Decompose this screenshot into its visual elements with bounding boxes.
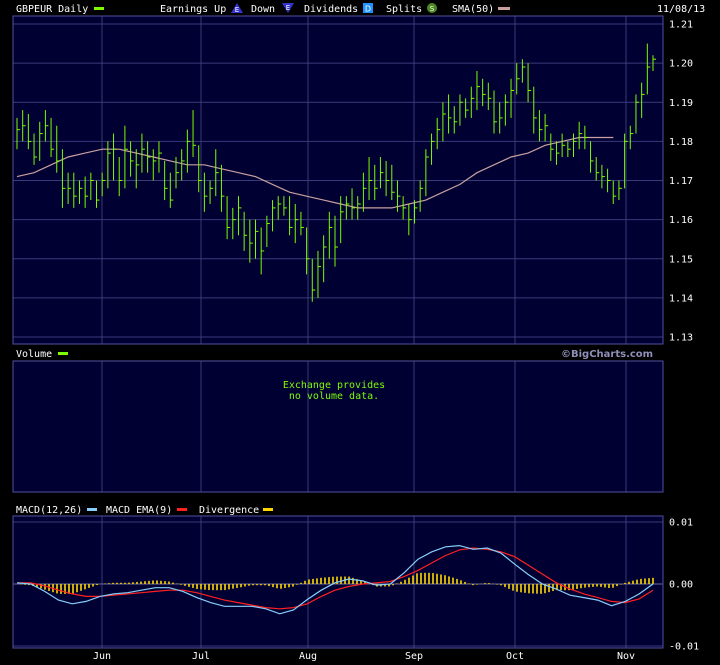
price-y-tick-label: 1.19 [669,98,693,109]
splits-label: Splits [386,4,422,15]
macd-y-tick-label: 0.01 [669,518,693,529]
ema-legend-swatch [177,508,187,511]
down-label: Down [251,4,275,15]
dividends-icon: D [363,3,373,14]
volume-legend-swatch [58,352,68,355]
macd-ema-label: MACD EMA(9) [106,505,172,516]
bigcharts-watermark: ©BigCharts.com [561,349,653,360]
sma-legend-swatch [498,7,510,10]
price-y-tick-label: 1.18 [669,137,693,148]
dividends-label: Dividends [304,4,358,15]
macd-label: MACD(12,26) [16,505,82,516]
price-legend-swatch [94,7,104,10]
divergence-label: Divergence [199,505,259,516]
x-tick-label: Oct [506,651,524,662]
x-tick-label: Jun [93,651,111,662]
price-y-ticks: 1.21 1.20 1.19 1.18 1.17 1.16 1.15 1.14 1.13 [669,20,693,344]
x-tick-label: Jul [192,651,210,662]
price-y-tick-label: 1.14 [669,293,693,304]
x-tick-label: Sep [405,651,423,662]
svg-text:S: S [430,5,435,13]
price-y-tick-label: 1.17 [669,176,693,187]
price-y-tick-label: 1.13 [669,333,693,344]
earnings-up-label: Earnings Up [160,4,226,15]
splits-icon: S [427,3,437,13]
macd-y-tick-label: -0.01 [669,642,699,653]
chart-svg: 1.21 1.20 1.19 1.18 1.17 1.16 1.15 1.14 1.13 GBP… [12,3,705,662]
chart-root: 1.21 1.20 1.19 1.18 1.17 1.16 1.15 1.14 1.13 GBP… [0,0,720,665]
price-y-tick-label: 1.21 [669,20,693,31]
price-y-tick-label: 1.16 [669,215,693,226]
macd-y-ticks: 0.01 0.00 -0.01 [669,518,699,653]
divergence-legend-swatch [263,508,273,511]
volume-label: Volume [16,349,52,360]
svg-text:D: D [365,5,371,14]
x-tick-label: Nov [617,651,635,662]
price-y-tick-label: 1.15 [669,254,693,265]
svg-text:E: E [286,4,290,12]
date-label: 11/08/13 [657,4,705,15]
macd-y-tick-label: 0.00 [669,580,693,591]
x-axis: Jun Jul Aug Sep Oct Nov [93,651,635,662]
earnings-down-icon: E [282,3,294,13]
x-tick-label: Aug [299,651,317,662]
symbol-label: GBPEUR Daily [16,4,88,15]
earnings-up-icon: E [231,3,243,14]
macd-legend-swatch [87,508,97,511]
price-y-tick-label: 1.20 [669,59,693,70]
svg-text:E: E [235,6,239,14]
sma-label: SMA(50) [452,4,494,15]
no-volume-note-line1: Exchange provides [283,380,385,391]
no-volume-note-line2: no volume data. [289,391,379,402]
